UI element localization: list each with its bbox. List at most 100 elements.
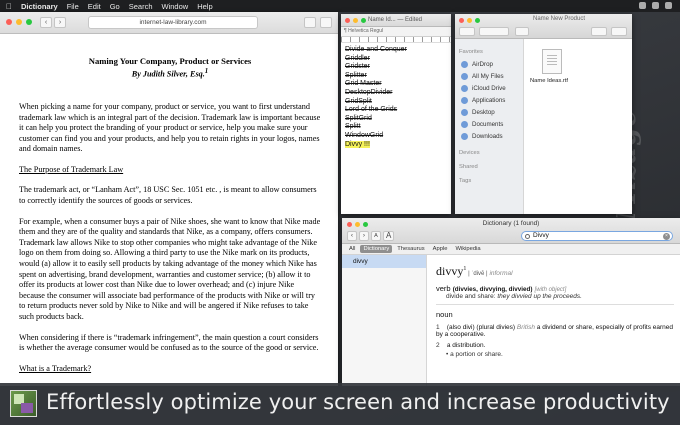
entry-header: divvy1 | ˈdivē | informal: [436, 264, 674, 279]
name-idea: DesktopDivider: [345, 88, 393, 96]
name-idea: GridSplit: [345, 97, 372, 105]
app-logo-icon: [10, 390, 37, 417]
results-list: divvy: [342, 255, 427, 386]
paragraph-nike-example: For example, when a consumer buys a pair…: [19, 216, 321, 322]
airdrop-icon: [461, 60, 468, 68]
rtf-document-icon[interactable]: [542, 49, 562, 74]
dictionary-title: Dictionary (1 found): [482, 220, 540, 227]
back-forward-button[interactable]: [459, 27, 475, 36]
zoom-button[interactable]: [26, 19, 32, 25]
minimize-button[interactable]: [467, 18, 472, 23]
apple-menu-icon[interactable]: : [6, 2, 12, 11]
section-heading-purpose: The Purpose of Trademark Law: [19, 164, 124, 174]
menu-search[interactable]: Search: [129, 2, 153, 11]
spotlight-icon[interactable]: [652, 2, 659, 9]
sidebar-item-icloud-drive[interactable]: iCloud Drive: [455, 82, 523, 94]
sidebar-item-label: iCloud Drive: [472, 84, 506, 92]
close-button[interactable]: [345, 18, 350, 23]
share-button[interactable]: [304, 17, 316, 28]
minimize-button[interactable]: [16, 19, 22, 25]
textedit-title: Name Id... — Edited: [368, 17, 423, 23]
menu-help[interactable]: Help: [197, 2, 212, 11]
name-idea: Divide and Conquer: [345, 46, 407, 53]
share-button[interactable]: [611, 27, 627, 36]
notification-center-icon[interactable]: [665, 2, 672, 9]
tab-dictionary[interactable]: Dictionary: [360, 245, 393, 253]
arrange-button[interactable]: [515, 27, 529, 36]
finder-title: Name New Product: [533, 16, 586, 22]
action-gear-icon[interactable]: [591, 27, 607, 36]
sidebar-item-downloads[interactable]: Downloads: [455, 130, 523, 142]
menu-go[interactable]: Go: [110, 2, 120, 11]
view-mode-button[interactable]: [479, 27, 509, 36]
dictionary-search-field[interactable]: Divvy ×: [521, 231, 673, 241]
file-name-label[interactable]: Name Ideas.rtf: [530, 78, 568, 84]
close-button[interactable]: [459, 18, 464, 23]
textedit-window: Name Id... — Edited ¶ Helvetica Regul Di…: [341, 14, 451, 214]
tab-all[interactable]: All: [346, 245, 358, 253]
divider: [436, 304, 674, 305]
forward-button[interactable]: ›: [359, 231, 369, 241]
textedit-titlebar: Name Id... — Edited: [341, 14, 451, 27]
minimize-button[interactable]: [353, 18, 358, 23]
menu-window[interactable]: Window: [162, 2, 189, 11]
headword-number: 1: [463, 266, 467, 272]
search-value: Divvy: [533, 232, 549, 239]
sidebar-item-all-my-files[interactable]: All My Files: [455, 70, 523, 82]
safari-window-controls: [6, 19, 32, 25]
search-icon: [525, 234, 530, 239]
tab-thesaurus[interactable]: Thesaurus: [394, 245, 427, 253]
status-icons: [639, 2, 672, 9]
noun-sense-2-definition: a distribution.: [446, 342, 486, 349]
format-bar: ¶ Helvetica Regul: [341, 27, 451, 37]
address-bar[interactable]: internet-law-library.com: [88, 16, 258, 29]
pronunciation: | ˈdivē |: [468, 271, 488, 277]
textedit-window-controls: [345, 18, 366, 23]
increase-font-button[interactable]: A: [383, 231, 395, 241]
highlighted-name-idea: Divvy !!!: [345, 140, 370, 148]
menu-file[interactable]: File: [67, 2, 79, 11]
name-idea: Splitter: [345, 71, 367, 79]
sidebar-item-airdrop[interactable]: AirDrop: [455, 58, 523, 70]
part-of-speech-verb: verb: [436, 284, 451, 293]
banner-caption: Effortlessly optimize your screen and in…: [46, 390, 670, 414]
forward-button[interactable]: ›: [54, 17, 66, 28]
verb-definition: divide and share: they divvied up the pr…: [446, 293, 674, 300]
sidebar-item-documents[interactable]: Documents: [455, 118, 523, 130]
sidebar-item-applications[interactable]: Applications: [455, 94, 523, 106]
dictionary-toolbar-buttons: ‹ › A A: [347, 231, 395, 241]
safari-window: ‹ › internet-law-library.com Naming Your…: [0, 12, 338, 386]
result-item-divvy[interactable]: divvy: [342, 255, 426, 268]
author-name: By Judith Silver, Esq.: [131, 69, 205, 79]
clear-search-icon[interactable]: ×: [663, 233, 670, 240]
sidebar-item-desktop[interactable]: Desktop: [455, 106, 523, 118]
name-idea: WindowGrid: [345, 131, 384, 139]
tab-wikipedia[interactable]: Wikipedia: [452, 245, 483, 253]
verb-section: verb (divvies, divvying, divvied) [with …: [436, 284, 674, 293]
show-tabs-button[interactable]: [320, 17, 332, 28]
sidebar-section-shared: Shared: [459, 164, 478, 170]
footnote-marker[interactable]: 1: [205, 68, 208, 75]
textedit-document[interactable]: Divide and Conquer Griddler Gridster Spl…: [341, 43, 451, 152]
sidebar-item-label: All My Files: [472, 72, 504, 80]
name-idea: Splitt: [345, 123, 361, 131]
close-button[interactable]: [6, 19, 12, 25]
verb-example: they divvied up the proceeds.: [497, 293, 582, 300]
decrease-font-button[interactable]: A: [371, 231, 381, 241]
web-page-content: Naming Your Company, Product or Services…: [0, 34, 338, 374]
wifi-icon[interactable]: [639, 2, 646, 9]
zoom-button[interactable]: [475, 18, 480, 23]
back-button[interactable]: ‹: [40, 17, 52, 28]
definition-entry: divvy1 | ˈdivē | informal verb (divvies,…: [436, 264, 674, 358]
menu-edit[interactable]: Edit: [88, 2, 101, 11]
name-idea: Grid Master: [345, 80, 382, 88]
font-selector[interactable]: ¶ Helvetica Regul: [344, 28, 383, 34]
finder-window: Name New Product Favorites AirDrop All M…: [455, 14, 632, 214]
zoom-button[interactable]: [361, 18, 366, 23]
back-button[interactable]: ‹: [347, 231, 357, 241]
menu-app-dictionary[interactable]: Dictionary: [21, 2, 58, 11]
sidebar-item-label: Desktop: [472, 108, 495, 116]
register-label: informal: [489, 270, 513, 277]
tab-apple[interactable]: Apple: [430, 245, 451, 253]
dictionary-source-tabs: All Dictionary Thesaurus Apple Wikipedia: [342, 244, 680, 255]
